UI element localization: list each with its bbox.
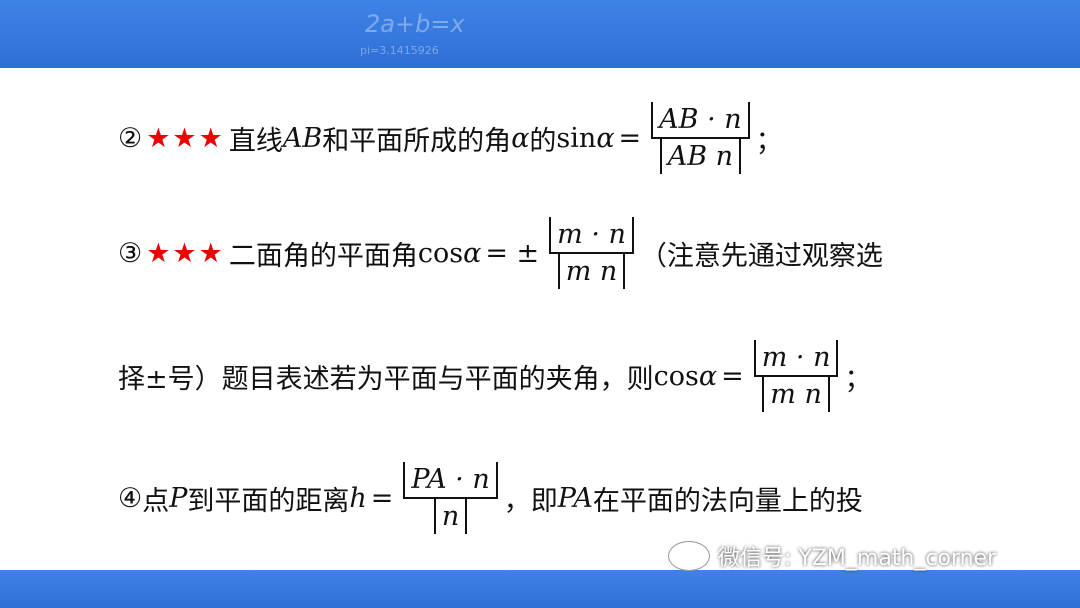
item-2-sin: sin (556, 122, 597, 154)
item-3-text-c: 择±号）题目表述若为平面与平面的夹角，则 (118, 363, 654, 395)
watermark-text: 微信号: YZM_math_corner (718, 546, 997, 571)
stars-icon: ★★★ (146, 237, 225, 269)
item-3-eq-2: = (721, 360, 744, 392)
item-4-h: h (349, 482, 367, 514)
item-3-end: ； (844, 363, 872, 395)
item-3-continued: 择±号）题目表述若为平面与平面的夹角，则 cos α = m · n m n ； (118, 328, 871, 424)
wechat-watermark: 微信号: YZM_math_corner (668, 540, 996, 572)
item-2-fraction: AB · n AB n (651, 102, 750, 174)
item-4-text-c: ，即 (503, 485, 558, 517)
item-3-denominator-2: m n (762, 377, 830, 412)
item-3-alpha-2: α (698, 360, 718, 392)
item-3-alpha: α (463, 237, 482, 269)
item-3-fraction-2: m · n m n (753, 340, 839, 412)
item-2-text-c: 的 (529, 125, 557, 157)
item-3-cos: cos (417, 237, 464, 269)
item-4-fraction: PA · n n (403, 462, 498, 534)
item-3: ③ ★★★ 二面角的平面角 cos α = ± m · n m n （注意先通过… (118, 205, 883, 301)
item-4-text-b: 到平面的距离 (187, 485, 350, 517)
item-2: ② ★★★ 直线 AB 和平面所成的角 α 的 sin α = AB · n A… (118, 98, 783, 178)
banner-formula: 2a+b=x (365, 10, 465, 38)
item-3-text-a: 二面角的平面角 (228, 240, 418, 272)
item-4-pa: PA (557, 482, 593, 514)
bottom-banner (0, 570, 1080, 608)
banner-pi: pi=3.1415926 (360, 44, 439, 57)
stars-icon: ★★★ (146, 122, 225, 154)
item-2-ab: AB (282, 122, 323, 154)
item-4-p: P (169, 482, 188, 514)
item-2-end: ； (755, 125, 783, 157)
item-3-marker: ③ (118, 237, 143, 269)
item-4-text-a: 点 (142, 485, 170, 517)
item-2-eq: = (618, 122, 642, 154)
item-2-text-a: 直线 (228, 125, 283, 157)
item-2-denominator: AB n (659, 139, 742, 174)
item-3-fraction: m · n m n (549, 217, 634, 289)
item-2-alpha-2: α (596, 122, 615, 154)
wechat-icon (668, 541, 710, 571)
item-4-eq: = (370, 482, 394, 514)
item-2-text-b: 和平面所成的角 (322, 125, 512, 157)
item-4-text-d: 在平面的法向量上的投 (592, 485, 863, 517)
item-3-cos-2: cos (653, 360, 699, 392)
item-3-numerator-2: m · n (753, 340, 839, 375)
item-4-marker: ④ (118, 482, 143, 514)
item-2-alpha: α (511, 122, 530, 154)
item-4-denominator: n (433, 499, 468, 534)
item-4-numerator: PA · n (403, 462, 498, 497)
item-2-marker: ② (118, 122, 143, 154)
item-2-numerator: AB · n (651, 102, 750, 137)
item-3-text-b: （注意先通过观察选 (639, 240, 883, 272)
item-4: ④ 点 P 到平面的距离 h = PA · n n ，即 PA 在平面的法向量上… (118, 450, 863, 546)
top-banner: 2a+b=x pi=3.1415926 (0, 0, 1080, 68)
item-3-denominator: m n (557, 254, 626, 289)
item-3-eq: = ± (485, 237, 540, 269)
item-3-numerator: m · n (549, 217, 634, 252)
